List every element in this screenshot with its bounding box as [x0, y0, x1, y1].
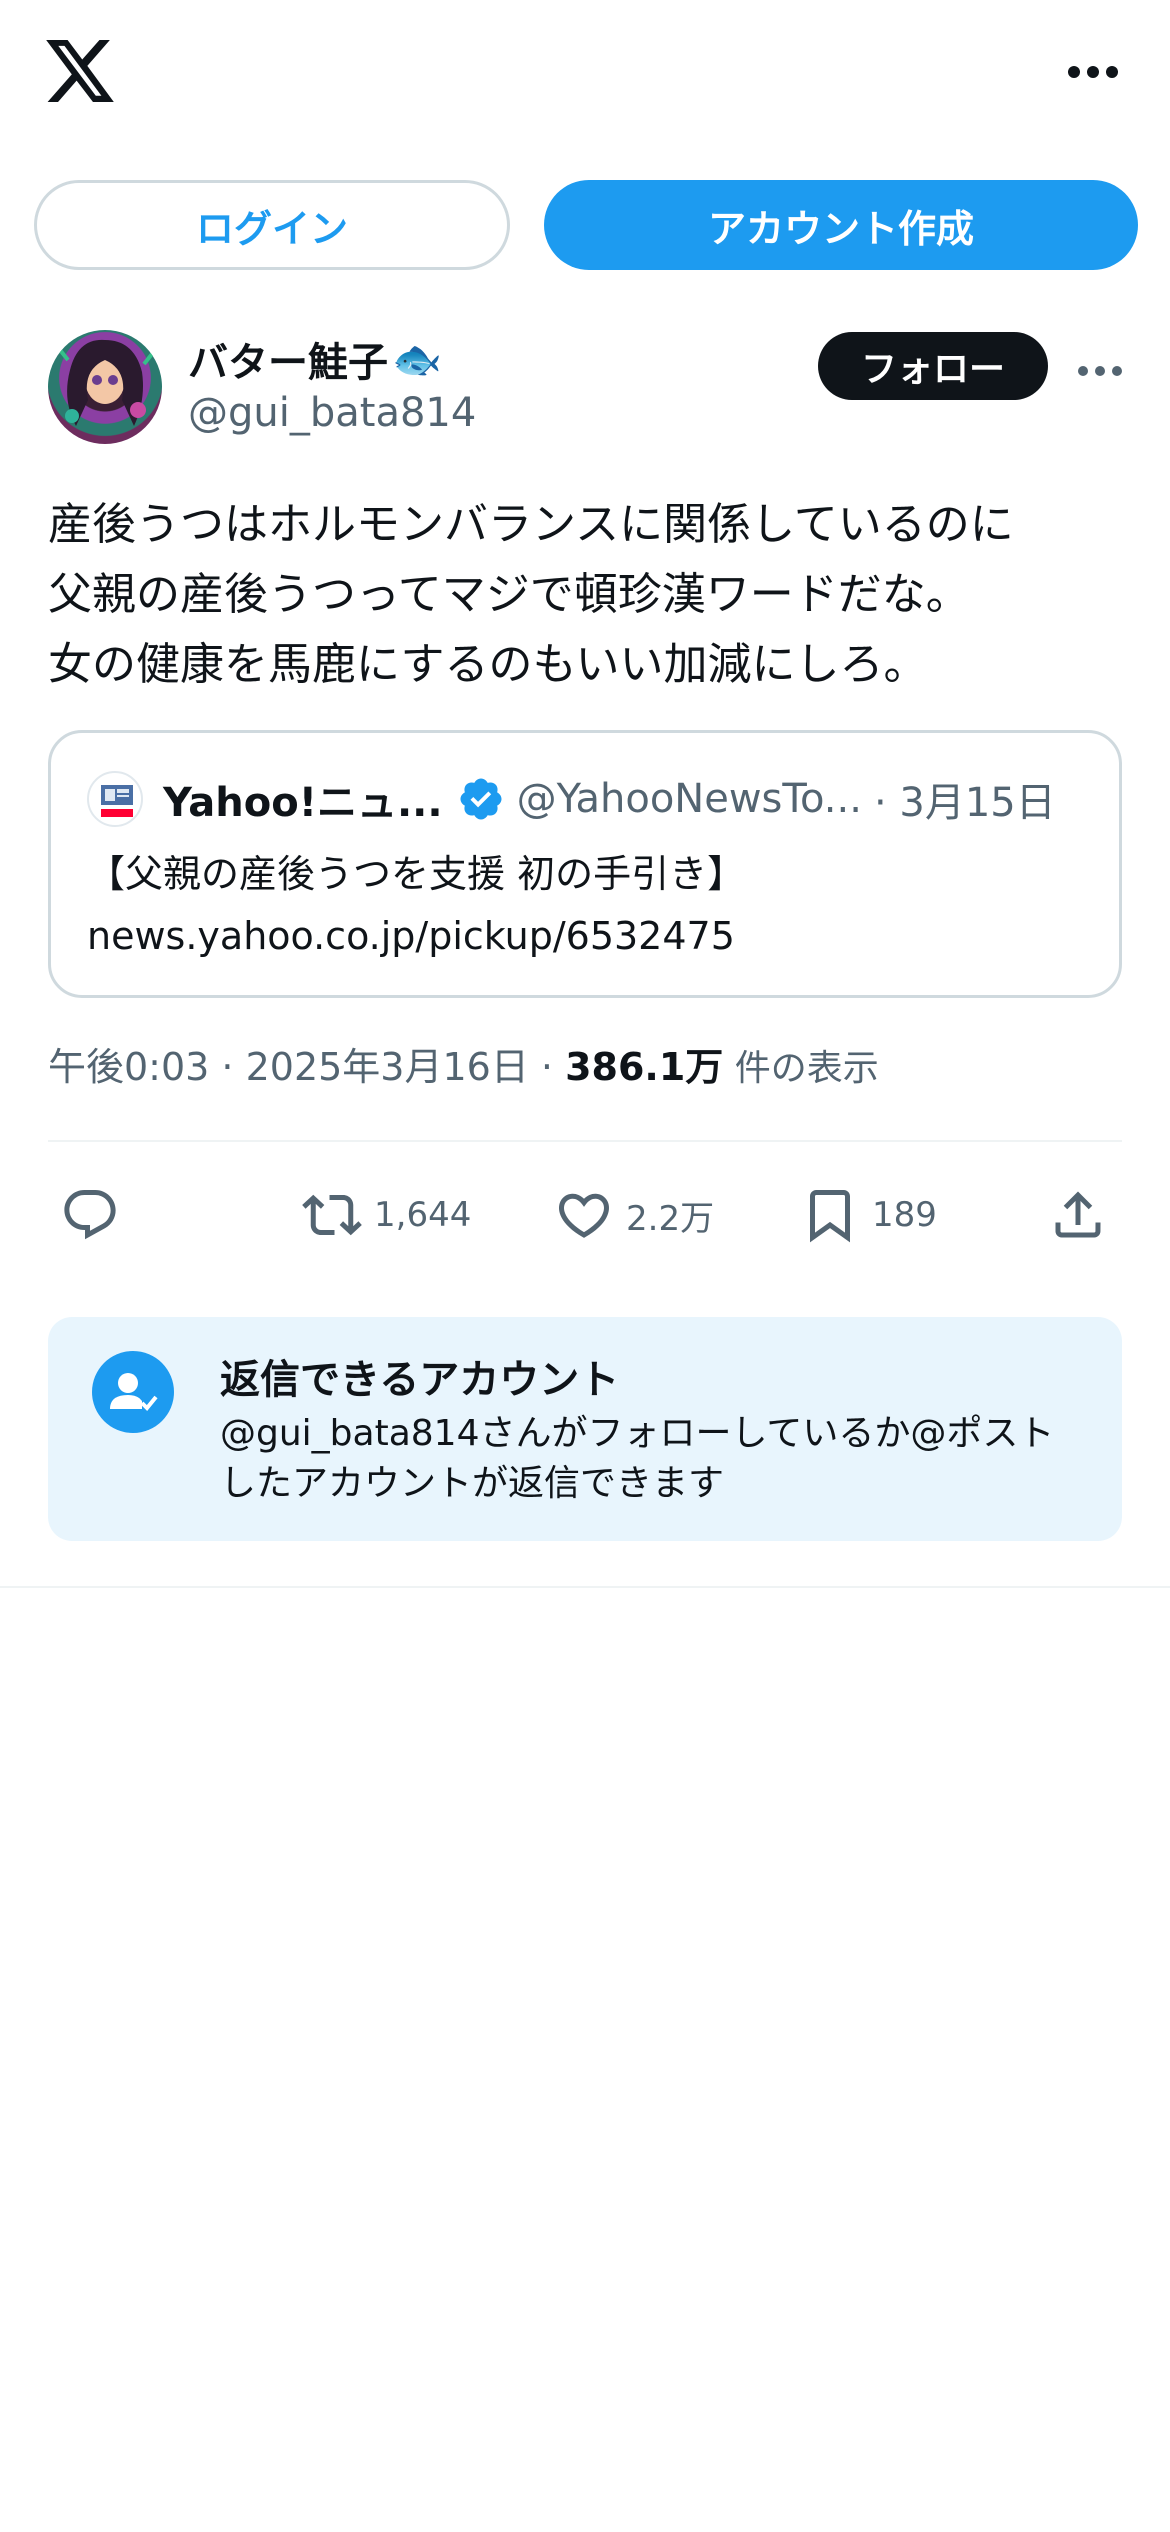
author-handle[interactable]: @gui_bata814 — [188, 390, 476, 436]
fish-emoji-icon: 🐟 — [392, 336, 442, 383]
reply-restriction-description: @gui_bata814さんがフォローしているか@ポストしたアカウントが返信でき… — [220, 1413, 1055, 1504]
quoted-author-handle: @YahooNewsTo... — [516, 776, 862, 822]
reply-restriction-title: 返信できるアカウント — [220, 1357, 620, 1403]
bookmark-icon — [810, 1190, 850, 1243]
more-options-icon[interactable] — [1068, 66, 1118, 80]
display-name[interactable]: バター鮭子 🐟 — [188, 330, 442, 388]
user-check-icon — [92, 1351, 174, 1433]
retweet-button[interactable]: 1,644 — [302, 1180, 471, 1250]
share-icon — [1055, 1191, 1101, 1238]
bookmark-count: 189 — [872, 1195, 937, 1235]
display-name-text: バター鮭子 — [188, 340, 388, 386]
reply-button[interactable] — [60, 1180, 120, 1250]
retweet-icon — [302, 1194, 362, 1236]
verified-badge-icon — [460, 778, 502, 820]
post-more-icon[interactable] — [1078, 366, 1122, 378]
avatar[interactable] — [48, 330, 162, 444]
meta-separator: · — [209, 1045, 246, 1089]
quoted-post-text: 【父親の産後うつを支援 初の手引き】 — [87, 852, 746, 896]
view-count-label: 件の表示 — [723, 1048, 879, 1089]
x-logo-icon[interactable] — [46, 40, 114, 102]
follow-button[interactable]: フォロー — [818, 332, 1048, 400]
post-metadata: 午後0:03 · 2025年3月16日 · 386.1万 件の表示 — [48, 1036, 879, 1091]
reply-icon — [64, 1190, 116, 1240]
share-button[interactable] — [1048, 1180, 1108, 1250]
action-bar: 1,644 2.2万 189 — [48, 1180, 1122, 1250]
retweet-count: 1,644 — [374, 1195, 472, 1235]
post-date[interactable]: 2025年3月16日 — [246, 1045, 529, 1089]
heart-icon — [558, 1193, 610, 1238]
quoted-post-date: · 3月15日 — [873, 780, 1056, 826]
create-account-button[interactable]: アカウント作成 — [544, 180, 1138, 270]
divider — [48, 1140, 1122, 1142]
bookmark-button[interactable]: 189 — [800, 1180, 937, 1250]
post-text: 産後うつはホルモンバランスに関係しているのに 父親の産後うつってマジで頓珍漢ワー… — [48, 490, 1128, 700]
like-count: 2.2万 — [626, 1198, 715, 1239]
top-bar — [0, 0, 1170, 150]
quoted-post-body: 【父親の産後うつを支援 初の手引き】 news.yahoo.co.jp/pick… — [87, 843, 745, 967]
meta-separator: · — [528, 1045, 566, 1089]
quoted-post[interactable]: Yahoo!ニュ... @YahooNewsTo... · 3月15日 【父親の… — [48, 730, 1122, 998]
quoted-author-name: Yahoo!ニュ... — [163, 780, 443, 826]
divider — [0, 1586, 1170, 1588]
post-text-line: 女の健康を馬鹿にするのもいい加減にしろ。 — [48, 639, 928, 690]
quoted-post-header: Yahoo!ニュ... @YahooNewsTo... · 3月15日 — [87, 771, 1089, 827]
post-time[interactable]: 午後0:03 — [48, 1045, 209, 1089]
yahoo-news-logo-icon — [87, 771, 143, 827]
auth-buttons: ログイン アカウント作成 — [34, 180, 1138, 270]
login-button[interactable]: ログイン — [34, 180, 510, 270]
quoted-post-link[interactable]: news.yahoo.co.jp/pickup/6532475 — [87, 905, 745, 967]
reply-restriction-notice: 返信できるアカウント @gui_bata814さんがフォローしているか@ポストし… — [48, 1317, 1122, 1541]
post-text-line: 父親の産後うつってマジで頓珍漢ワードだな。 — [48, 569, 970, 620]
view-count: 386.1万 — [565, 1045, 724, 1089]
like-button[interactable]: 2.2万 — [554, 1180, 714, 1250]
post-author: バター鮭子 🐟 @gui_bata814 フォロー — [48, 330, 1122, 450]
post-text-line: 産後うつはホルモンバランスに関係しているのに — [48, 499, 1014, 550]
